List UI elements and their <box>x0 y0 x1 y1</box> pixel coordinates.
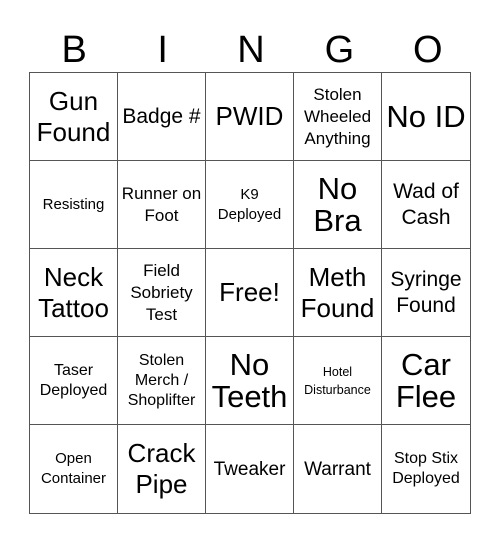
bingo-cell[interactable]: No ID <box>382 73 470 161</box>
bingo-cell[interactable]: Neck Tattoo <box>30 249 118 337</box>
bingo-cell[interactable]: No Bra <box>294 161 382 249</box>
bingo-cell[interactable]: Taser Deployed <box>30 337 118 425</box>
bingo-cell[interactable]: Car Flee <box>382 337 470 425</box>
bingo-cell[interactable]: Runner on Foot <box>118 161 206 249</box>
bingo-cell-label: No Teeth <box>211 346 288 414</box>
header-letter-b: B <box>61 29 87 71</box>
bingo-cell-label: Hotel Disturbance <box>304 364 371 397</box>
bingo-cell-label: Open Container <box>40 450 107 487</box>
bingo-cell-label: Warrant <box>304 458 371 480</box>
bingo-cell[interactable]: Meth Found <box>294 249 382 337</box>
bingo-cell[interactable]: Field Sobriety Test <box>118 249 206 337</box>
bingo-cell-free-space[interactable]: Free! <box>206 249 294 337</box>
bingo-cell-label: Badge # <box>122 104 201 128</box>
bingo-cell-label: Syringe Found <box>390 267 462 317</box>
bingo-cell-label: PWID <box>215 101 284 131</box>
bingo-card-grid: Gun Found Badge # PWID Stolen Wheeled Anyth… <box>29 72 471 514</box>
bingo-cell[interactable]: Resisting <box>30 161 118 249</box>
bingo-header: B I N G O <box>30 26 472 74</box>
bingo-cell-label: K9 Deployed <box>217 185 282 223</box>
header-letter-n: N <box>237 29 265 71</box>
bingo-cell[interactable]: Crack Pipe <box>118 425 206 513</box>
bingo-cell-label: Wad of Cash <box>393 179 459 229</box>
bingo-cell-label: Crack Pipe <box>127 438 196 499</box>
bingo-cell[interactable]: Stop Stix Deployed <box>382 425 470 513</box>
bingo-cell-label: No Bra <box>313 170 362 238</box>
bingo-cell[interactable]: Hotel Disturbance <box>294 337 382 425</box>
bingo-cell-label: Car Flee <box>395 346 457 414</box>
bingo-cell-label: Gun Found <box>36 85 111 147</box>
bingo-cell-label: Resisting <box>42 195 105 213</box>
bingo-cell-label: Runner on Foot <box>121 183 202 225</box>
bingo-cell-label: Stop Stix Deployed <box>392 450 460 487</box>
bingo-cell-label: Neck Tattoo <box>38 261 109 323</box>
bingo-cell[interactable]: Tweaker <box>206 425 294 513</box>
bingo-cell-label: Field Sobriety Test <box>130 260 193 324</box>
bingo-cell-label: Meth Found <box>300 261 375 323</box>
bingo-cell-label: Stolen Merch / Shoplifter <box>127 351 196 409</box>
bingo-cell[interactable]: Stolen Wheeled Anything <box>294 73 382 161</box>
bingo-cell-label: Taser Deployed <box>39 361 108 399</box>
bingo-cell[interactable]: K9 Deployed <box>206 161 294 249</box>
bingo-cell-label: Tweaker <box>213 458 286 480</box>
bingo-cell-label: No ID <box>386 98 466 134</box>
header-letter-i: I <box>157 29 168 71</box>
header-letter-g: G <box>324 29 355 71</box>
bingo-cell[interactable]: PWID <box>206 73 294 161</box>
bingo-cell[interactable]: No Teeth <box>206 337 294 425</box>
bingo-cell[interactable]: Stolen Merch / Shoplifter <box>118 337 206 425</box>
bingo-cell[interactable]: Syringe Found <box>382 249 470 337</box>
bingo-cell-label: Free! <box>219 277 280 307</box>
bingo-cell-label: Stolen Wheeled Anything <box>303 84 372 148</box>
bingo-cell[interactable]: Warrant <box>294 425 382 513</box>
bingo-cell[interactable]: Gun Found <box>30 73 118 161</box>
header-letter-o: O <box>413 29 443 71</box>
bingo-cell[interactable]: Badge # <box>118 73 206 161</box>
bingo-cell[interactable]: Open Container <box>30 425 118 513</box>
bingo-cell[interactable]: Wad of Cash <box>382 161 470 249</box>
